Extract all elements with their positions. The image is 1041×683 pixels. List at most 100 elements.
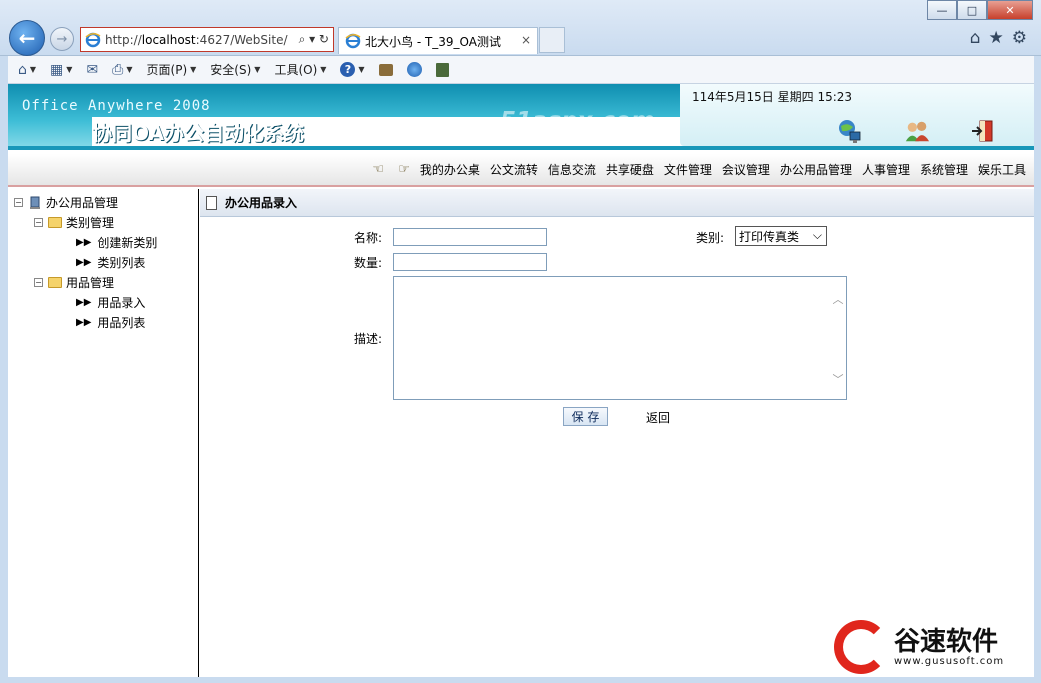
rss-icon: ▦ xyxy=(50,61,64,78)
tree-group-label: 类别管理 xyxy=(66,216,115,230)
tree-group-supplies[interactable]: − 用品管理 xyxy=(34,274,114,291)
new-tab-button[interactable] xyxy=(539,27,565,53)
tree-item-create-category[interactable]: ▶▶ 创建新类别 xyxy=(76,234,157,251)
feeds-button[interactable]: ▦ ▼ xyxy=(50,62,72,78)
network-icon[interactable] xyxy=(836,118,862,144)
safety-menu[interactable]: 安全(S) ▼ xyxy=(210,61,260,78)
tree-item-category-list[interactable]: ▶▶ 类别列表 xyxy=(76,254,145,271)
chevron-down-icon: ▼ xyxy=(29,65,37,74)
tree-group-label: 用品管理 xyxy=(66,276,115,290)
forward-arrow-icon: → xyxy=(56,31,68,47)
nav-item-info-exchange[interactable]: 信息交流 xyxy=(548,161,596,178)
tab-active[interactable]: 北大小鸟 - T_39_OA测试 × xyxy=(338,27,538,54)
scroll-down-icon[interactable]: ﹀ xyxy=(832,371,844,387)
tree-root[interactable]: − 办公用品管理 xyxy=(14,194,118,211)
quantity-label: 数量: xyxy=(354,256,383,270)
back-link[interactable]: 返回 xyxy=(646,409,670,426)
name-input[interactable] xyxy=(393,228,547,246)
window-controls: — □ ✕ xyxy=(927,0,1033,20)
datetime-display: 114年5月15日 星期四 15:23 xyxy=(692,90,853,104)
chevron-down-icon: ▼ xyxy=(126,65,133,74)
home-menu-button[interactable]: ⌂ ▼ xyxy=(18,62,36,78)
print-button[interactable]: ⎙ ▼ xyxy=(112,62,132,78)
gear-icon[interactable]: ⚙ xyxy=(1012,28,1027,48)
window-frame-bottom xyxy=(0,677,1041,683)
oa-banner: Office Anywhere 2008 协同OA办公自动化系统 51aspx.… xyxy=(8,84,1034,605)
address-bar[interactable]: http://localhost:4627/WebSite/ ⌕ ▾ ↻ xyxy=(80,27,334,52)
chevron-down-icon: ▼ xyxy=(254,65,261,74)
mail-button[interactable]: ✉ xyxy=(86,62,98,78)
messenger-icon xyxy=(406,62,422,77)
blog-button[interactable] xyxy=(435,62,449,77)
nav-item-system[interactable]: 系统管理 xyxy=(920,161,968,178)
address-rest: :4627/WebSite/ xyxy=(195,32,288,47)
window-frame-right xyxy=(1034,56,1041,683)
tools-menu-label: 工具(O) xyxy=(274,63,318,77)
home-icon: ⌂ xyxy=(18,61,27,78)
chevron-down-icon: ▼ xyxy=(358,65,365,74)
double-arrow-icon: ▶▶ xyxy=(76,237,92,248)
nav-item-file-management[interactable]: 文件管理 xyxy=(664,161,712,178)
nav-item-office-supplies[interactable]: 办公用品管理 xyxy=(780,161,852,178)
forward-hand-icon[interactable]: ☞ xyxy=(398,162,410,177)
exit-icon[interactable] xyxy=(970,118,996,144)
folder-icon xyxy=(48,277,62,288)
main-nav: ☜ ☞ 我的办公桌 公文流转 信息交流 共享硬盘 文件管理 会议管理 办公用品管… xyxy=(8,154,1034,187)
users-icon[interactable] xyxy=(904,118,930,144)
tools-menu[interactable]: 工具(O) ▼ xyxy=(274,61,326,78)
page-viewport: Office Anywhere 2008 协同OA办公自动化系统 51aspx.… xyxy=(8,84,1034,677)
banner-subtitle: Office Anywhere 2008 xyxy=(22,98,211,114)
collapse-icon[interactable]: − xyxy=(14,198,23,207)
computer-icon xyxy=(30,196,40,209)
favorites-icon[interactable]: ★ xyxy=(989,28,1004,48)
double-arrow-icon: ▶▶ xyxy=(76,257,92,268)
tree-item-label: 用品录入 xyxy=(97,296,146,310)
chevron-down-icon: ▼ xyxy=(66,65,73,74)
description-textarea[interactable]: ︿ ﹀ xyxy=(393,276,847,400)
nav-item-document-flow[interactable]: 公文流转 xyxy=(490,161,538,178)
nav-item-entertainment[interactable]: 娱乐工具 xyxy=(978,161,1026,178)
category-select[interactable]: 打印传真类 ⌵ xyxy=(735,226,827,246)
address-tools[interactable]: ⌕ ▾ ↻ xyxy=(299,32,329,47)
collapse-icon[interactable]: − xyxy=(34,218,43,227)
scroll-up-icon[interactable]: ︿ xyxy=(832,291,844,307)
banner-info-panel: 114年5月15日 星期四 15:23 xyxy=(680,84,1034,146)
main-content: 办公用品录入 名称: 类别: 打印传真类 ⌵ 数量: 描述: ︿ ﹀ 保 存 返… xyxy=(200,189,1034,677)
nav-item-my-desk[interactable]: 我的办公桌 xyxy=(420,161,480,178)
category-label: 类别: xyxy=(696,231,725,245)
maximize-button[interactable]: □ xyxy=(957,0,987,20)
nav-item-shared-disk[interactable]: 共享硬盘 xyxy=(606,161,654,178)
banner-stripe xyxy=(8,146,1034,150)
tab-close-icon[interactable]: × xyxy=(521,33,531,47)
collapse-icon[interactable]: − xyxy=(34,278,43,287)
name-label: 名称: xyxy=(354,231,383,245)
save-button[interactable]: 保 存 xyxy=(563,407,608,426)
quantity-input[interactable] xyxy=(393,253,547,271)
chevron-down-icon: ▼ xyxy=(320,65,327,74)
tree-group-category[interactable]: − 类别管理 xyxy=(34,214,114,231)
back-hand-icon[interactable]: ☜ xyxy=(373,162,385,177)
forward-button[interactable]: → xyxy=(50,27,74,51)
ie-icon xyxy=(345,33,361,49)
close-window-button[interactable]: ✕ xyxy=(987,0,1033,20)
minimize-button[interactable]: — xyxy=(927,0,957,20)
nav-item-hr[interactable]: 人事管理 xyxy=(862,161,910,178)
back-button[interactable]: ← xyxy=(9,20,45,56)
tree-item-label: 用品列表 xyxy=(97,316,146,330)
mail-icon: ✉ xyxy=(86,61,99,78)
document-icon xyxy=(206,195,217,210)
browser-right-icons: ⌂ ★ ⚙ xyxy=(970,28,1027,48)
ie-icon xyxy=(85,32,101,47)
chevron-down-icon: ⌵ xyxy=(812,228,822,242)
sidebar-tree: − 办公用品管理 − 类别管理 ▶▶ 创建新类别 ▶▶ 类别列表 − 用品管理 … xyxy=(8,189,199,677)
tree-item-supplies-entry[interactable]: ▶▶ 用品录入 xyxy=(76,294,145,311)
page-menu[interactable]: 页面(P) ▼ xyxy=(147,61,197,78)
research-button[interactable] xyxy=(378,63,393,76)
tree-item-supplies-list[interactable]: ▶▶ 用品列表 xyxy=(76,314,145,331)
double-arrow-icon: ▶▶ xyxy=(76,317,92,328)
messenger-button[interactable] xyxy=(406,62,422,77)
home-icon[interactable]: ⌂ xyxy=(970,28,981,48)
nav-item-meeting-management[interactable]: 会议管理 xyxy=(722,161,770,178)
address-host: localhost xyxy=(141,32,196,47)
help-button[interactable]: ? ▼ xyxy=(340,62,365,77)
